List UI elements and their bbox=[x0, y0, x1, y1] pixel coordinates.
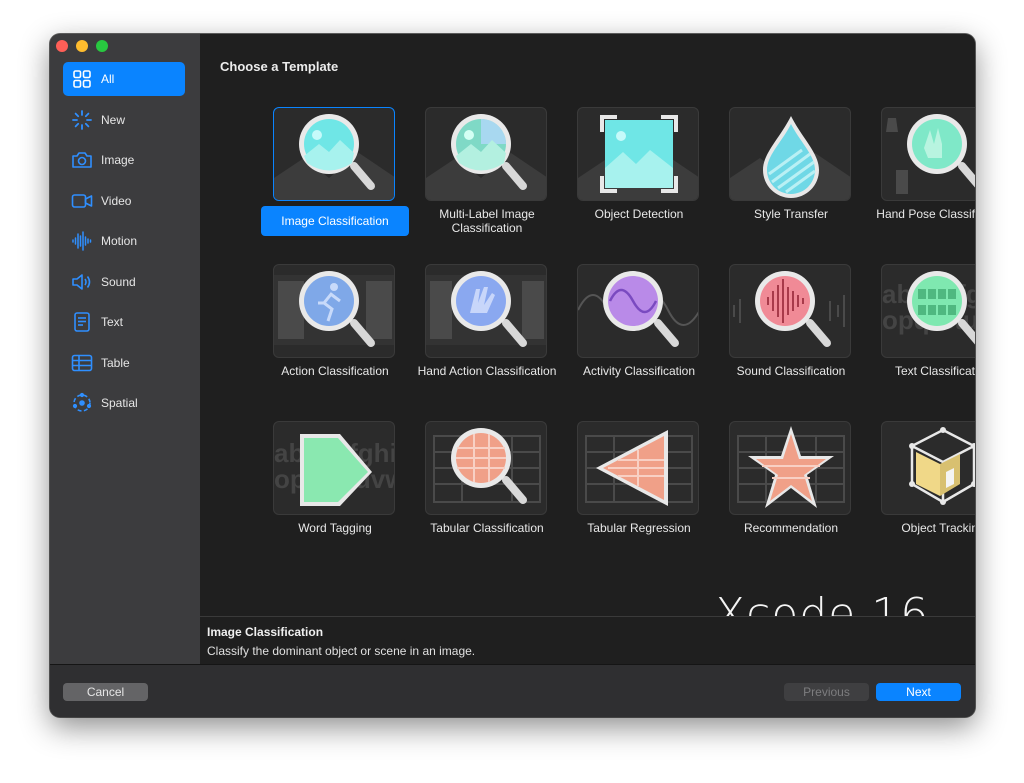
sidebar: All New Image Video Motion Sound Text Ta… bbox=[50, 34, 200, 664]
previous-button[interactable]: Previous bbox=[784, 683, 869, 701]
sidebar-item-motion[interactable]: Motion bbox=[63, 224, 185, 258]
template-tile-recommendation[interactable]: Recommendation bbox=[707, 421, 859, 571]
template-chooser-window: All New Image Video Motion Sound Text Ta… bbox=[50, 34, 975, 717]
sidebar-item-all[interactable]: All bbox=[63, 62, 185, 96]
footer-bar: Cancel Previous Next bbox=[50, 664, 975, 717]
text-magnifier-icon: abcdefghi opqrstuvw bbox=[881, 264, 975, 358]
magnifier-multilabel-icon bbox=[425, 107, 547, 201]
template-label: Style Transfer bbox=[753, 207, 829, 221]
cancel-button[interactable]: Cancel bbox=[63, 683, 148, 701]
next-button[interactable]: Next bbox=[876, 683, 961, 701]
sidebar-item-sound[interactable]: Sound bbox=[63, 265, 185, 299]
template-tile-action-classification[interactable]: Action Classification bbox=[251, 264, 403, 414]
sidebar-item-label: New bbox=[101, 112, 126, 127]
sidebar-item-label: Video bbox=[101, 193, 132, 208]
sidebar-item-label: Sound bbox=[101, 274, 136, 289]
template-tile-hand-pose-classification[interactable]: Hand Pose Classification bbox=[859, 107, 975, 257]
template-label: Multi-Label Image Classification bbox=[439, 207, 535, 235]
template-detail-pane: Image Classification Classify the domina… bbox=[200, 616, 975, 664]
template-label: Image Classification bbox=[261, 206, 409, 236]
sidebar-item-label: Table bbox=[101, 355, 130, 370]
camera-icon bbox=[71, 149, 93, 171]
sidebar-item-label: All bbox=[101, 72, 115, 86]
running-person-icon bbox=[273, 264, 395, 358]
tracking-cube-icon bbox=[881, 421, 975, 515]
template-tile-text-classification[interactable]: abcdefghi opqrstuvw Text Classification bbox=[859, 264, 975, 414]
document-icon bbox=[71, 311, 93, 333]
sidebar-item-table[interactable]: Table bbox=[63, 346, 185, 380]
template-tile-image-classification[interactable]: Image Classification bbox=[251, 107, 409, 257]
template-tile-activity-classification[interactable]: Activity Classification bbox=[555, 264, 707, 414]
sidebar-item-label: Motion bbox=[101, 234, 138, 248]
sine-wave-icon bbox=[577, 264, 699, 358]
page-title: Choose a Template bbox=[220, 59, 339, 74]
template-label: Action Classification bbox=[281, 364, 389, 378]
template-label: Recommendation bbox=[743, 521, 839, 535]
template-grid-panel: Choose a Template Image Classification M… bbox=[200, 34, 975, 664]
minimize-window-button[interactable] bbox=[76, 40, 88, 52]
template-tile-multi-label-image-classification[interactable]: Multi-Label Image Classification bbox=[403, 107, 555, 257]
sidebar-item-label: Spatial bbox=[101, 396, 138, 410]
template-tile-sound-classification[interactable]: Sound Classification bbox=[707, 264, 859, 414]
template-label: Hand Action Classification bbox=[417, 364, 557, 378]
sidebar-item-image[interactable]: Image bbox=[63, 143, 185, 177]
template-tile-object-tracking[interactable]: Object Tracking bbox=[859, 421, 975, 571]
close-window-button[interactable] bbox=[56, 40, 68, 52]
grid-icon bbox=[71, 68, 93, 90]
triangle-table-icon bbox=[577, 421, 699, 515]
sidebar-item-text[interactable]: Text bbox=[63, 305, 185, 339]
template-label: Activity Classification bbox=[582, 364, 696, 378]
speaker-icon bbox=[71, 271, 93, 293]
table-magnifier-icon bbox=[425, 421, 547, 515]
template-label: Sound Classification bbox=[736, 364, 846, 378]
star-icon bbox=[729, 421, 851, 515]
sidebar-item-label: Image bbox=[101, 153, 135, 167]
sparkle-icon bbox=[71, 109, 93, 131]
detail-title: Image Classification bbox=[207, 625, 324, 639]
window-controls bbox=[56, 40, 108, 52]
detail-description: Classify the dominant object or scene in… bbox=[207, 644, 476, 658]
template-tile-tabular-regression[interactable]: Tabular Regression bbox=[555, 421, 707, 571]
template-label: Object Detection bbox=[594, 207, 684, 221]
template-tile-object-detection[interactable]: Object Detection bbox=[555, 107, 707, 257]
category-list: All New Image Video Motion Sound Text Ta… bbox=[63, 62, 185, 427]
template-label: Object Tracking bbox=[901, 521, 975, 535]
template-tile-word-tagging[interactable]: abcdefghi opqrstuvw Word Tagging bbox=[251, 421, 403, 571]
sidebar-item-new[interactable]: New bbox=[63, 103, 185, 137]
object-detection-icon bbox=[577, 107, 699, 201]
template-tile-hand-action-classification[interactable]: Hand Action Classification bbox=[403, 264, 556, 414]
zoom-window-button[interactable] bbox=[96, 40, 108, 52]
template-label: Hand Pose Classification bbox=[876, 207, 975, 221]
table-icon bbox=[71, 352, 93, 374]
hand-pose-icon bbox=[881, 107, 975, 201]
waveform-icon bbox=[71, 230, 93, 252]
sound-wave-icon bbox=[729, 264, 851, 358]
video-camera-icon bbox=[71, 190, 93, 212]
template-label: Tabular Classification bbox=[430, 521, 544, 535]
spatial-icon bbox=[71, 392, 93, 414]
sidebar-item-video[interactable]: Video bbox=[63, 184, 185, 218]
sidebar-item-label: Text bbox=[101, 315, 124, 329]
template-label: Text Classification bbox=[894, 364, 975, 378]
template-tile-tabular-classification[interactable]: Tabular Classification bbox=[403, 421, 555, 571]
template-label: Tabular Regression bbox=[587, 521, 691, 535]
droplet-icon bbox=[729, 107, 851, 201]
magnifier-landscape-icon bbox=[273, 107, 395, 201]
template-label: Word Tagging bbox=[298, 521, 372, 535]
tag-icon: abcdefghi opqrstuvw bbox=[273, 421, 395, 515]
clapping-hands-icon bbox=[425, 264, 547, 358]
template-tile-style-transfer[interactable]: Style Transfer bbox=[707, 107, 859, 257]
sidebar-item-spatial[interactable]: Spatial bbox=[63, 386, 185, 420]
